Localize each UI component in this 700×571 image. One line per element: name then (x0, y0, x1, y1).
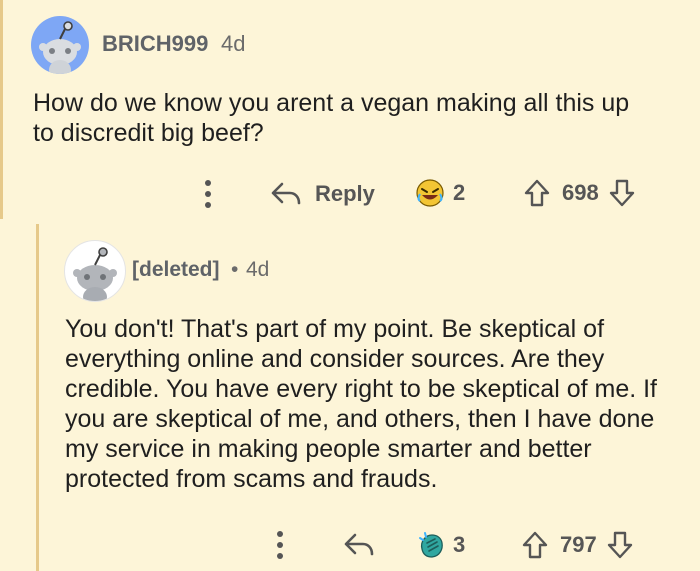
award-count: 2 (453, 180, 466, 205)
reply-label: Reply (315, 181, 375, 206)
reply-arrow-icon (271, 182, 301, 205)
more-options-button[interactable] (199, 176, 217, 212)
more-vertical-icon (205, 180, 211, 208)
vote-controls: 797 (520, 528, 635, 562)
comment-username[interactable]: BRICH999 (102, 31, 208, 57)
comment-age: 4d (246, 258, 270, 281)
upvote-arrow-icon[interactable] (522, 177, 552, 209)
snoo-avatar-icon[interactable] (31, 16, 89, 74)
clapping-award-icon (419, 532, 443, 558)
more-options-button[interactable] (271, 527, 289, 563)
comment-username[interactable]: [deleted] (132, 258, 220, 282)
reply-button[interactable]: Reply (270, 178, 375, 210)
deleted-snoo-avatar-icon[interactable] (64, 240, 126, 302)
award-button[interactable]: 2 (414, 176, 465, 210)
award-count: 3 (453, 532, 466, 557)
thread-line-reply (36, 224, 39, 571)
separator-dot: • (231, 258, 239, 281)
comment-body: You don't! That's part of my point. Be s… (65, 315, 658, 493)
vote-controls: 698 (522, 176, 637, 210)
reply-arrow-icon (344, 533, 374, 556)
comment-age: 4d (221, 31, 246, 56)
downvote-arrow-icon[interactable] (607, 177, 637, 209)
vote-score: 797 (560, 532, 597, 557)
vote-score: 698 (562, 180, 599, 205)
award-button[interactable]: 3 (416, 528, 465, 562)
more-vertical-icon (277, 531, 283, 559)
upvote-arrow-icon[interactable] (520, 529, 550, 561)
comment-body: How do we know you arent a vegan making … (33, 89, 630, 147)
reply-button[interactable] (343, 529, 375, 561)
thread-line-top (0, 0, 3, 219)
downvote-arrow-icon[interactable] (605, 529, 635, 561)
laughing-award-icon (416, 179, 444, 207)
